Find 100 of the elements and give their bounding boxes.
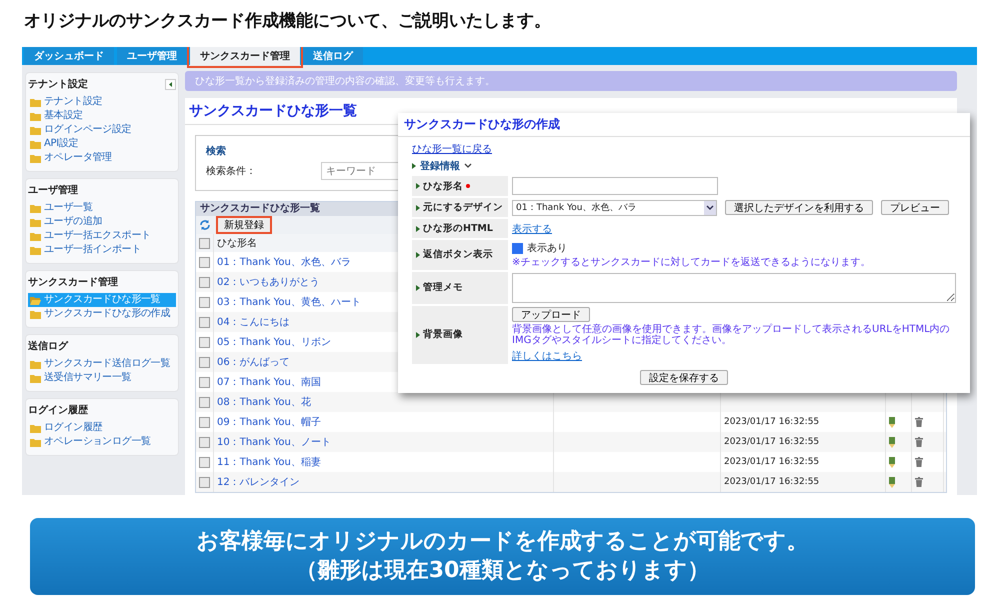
trash-icon[interactable] [915, 457, 923, 467]
row-checkbox[interactable] [199, 416, 210, 428]
sidebar-item[interactable]: オペレーションログ一覧 [28, 435, 176, 449]
template-link[interactable]: 09：Thank You、帽子 [217, 415, 321, 429]
row-checkbox[interactable] [199, 376, 210, 388]
sidebar-section-title: テナント設定 [28, 77, 88, 91]
pencil-icon[interactable] [889, 436, 895, 448]
section-title: 登録情報 [420, 160, 460, 173]
help-note: ※チェックするとサンクスカードに対してカードを返送できるようになります。 [512, 257, 872, 268]
form-button[interactable]: 選択したデザインを利用する [725, 200, 873, 215]
bullet-icon [416, 332, 420, 338]
required-mark [466, 184, 470, 188]
collapse-icon[interactable] [165, 78, 176, 90]
sidebar-item[interactable]: サンクスカードひな形の作成 [28, 307, 176, 321]
sidebar-item[interactable]: ユーザ一覧 [28, 201, 176, 215]
help-note: 背景画像として任意の画像を使用できます。画像をアップロードして表示されるURLをHTML内のIMGタグやスタイルシートに指定してください。 [512, 324, 951, 346]
template-link[interactable]: 04：こんにちは [217, 315, 290, 329]
template-link[interactable]: 06：がんばって [217, 355, 290, 369]
sidebar-item[interactable]: 送受信サマリー一覧 [28, 371, 176, 385]
nav-tab[interactable]: ユーザ管理 [117, 47, 187, 65]
template-link[interactable]: 10：Thank You、ノート [217, 435, 331, 449]
folder-icon [30, 126, 41, 134]
page-heading: オリジナルのサンクスカード作成機能について、ご説明いたします。 [23, 10, 552, 33]
field-label: 背景画像 [423, 328, 463, 341]
chevron-icon[interactable] [464, 163, 472, 169]
folder-icon [30, 424, 41, 432]
pencil-icon[interactable] [889, 456, 895, 468]
bullet-icon [416, 284, 420, 290]
back-link[interactable]: ひな形一覧に戻る [412, 142, 492, 156]
folder-icon [30, 140, 41, 148]
folder-icon [30, 204, 41, 212]
sidebar-item[interactable]: サンクスカード送信ログ一覧 [28, 357, 176, 371]
design-select[interactable]: 01：Thank You、水色、バラ [512, 200, 717, 216]
trash-icon[interactable] [915, 417, 923, 427]
pencil-icon[interactable] [889, 476, 895, 488]
folder-icon [30, 438, 41, 446]
upload-button[interactable]: アップロード [512, 306, 590, 322]
row-checkbox[interactable] [199, 276, 210, 288]
trash-icon[interactable] [915, 477, 923, 487]
save-button[interactable]: 設定を保存する [640, 370, 728, 384]
date-cell: 2023/01/17 16:32:55 [724, 417, 820, 427]
folder-icon [30, 374, 41, 382]
row-checkbox[interactable] [199, 396, 210, 408]
template-link[interactable]: 03：Thank You、黄色、ハート [217, 295, 361, 309]
template-link[interactable]: 01：Thank You、水色、バラ [217, 255, 351, 269]
trash-icon[interactable] [915, 437, 923, 447]
sidebar-section-title: ログイン履歴 [28, 404, 88, 417]
select-all-checkbox[interactable] [199, 238, 210, 248]
bullet-icon [416, 226, 420, 232]
memo-field[interactable] [512, 272, 956, 302]
row-checkbox[interactable] [199, 256, 210, 268]
sidebar-section-title: サンクスカード管理 [28, 276, 118, 289]
field-label: ひな形名 [423, 180, 463, 192]
sidebar-item[interactable]: テナント設定 [28, 95, 176, 109]
sidebar-item[interactable]: ユーザの追加 [28, 215, 176, 229]
pencil-icon[interactable] [889, 416, 895, 428]
folder-icon [30, 360, 41, 368]
nav-tab[interactable]: 送信ログ [303, 47, 363, 65]
folder-icon [30, 246, 41, 254]
search-title: 検索 [206, 144, 226, 158]
sidebar-item[interactable]: 基本設定 [28, 109, 176, 123]
template-link[interactable]: 12：バレンタイン [217, 475, 300, 489]
template-link[interactable]: 11：Thank You、稲妻 [217, 455, 321, 469]
row-checkbox[interactable] [199, 436, 210, 448]
row-checkbox[interactable] [199, 336, 210, 348]
name-field[interactable] [512, 177, 718, 195]
template-link[interactable]: 02：いつもありがとう [217, 275, 320, 289]
template-link[interactable]: 08：Thank You、花 [217, 395, 311, 409]
template-link[interactable]: 05：Thank You、リボン [217, 335, 331, 349]
sidebar-item[interactable]: ユーザ一括エクスポート [28, 229, 176, 243]
refresh-icon[interactable] [199, 219, 211, 231]
search-label: 検索条件： [206, 164, 257, 178]
sidebar-item[interactable]: オペレータ管理 [28, 151, 176, 165]
row-checkbox[interactable] [199, 476, 210, 488]
row-checkbox[interactable] [199, 356, 210, 368]
nav-tab[interactable]: ダッシュボード [24, 47, 114, 65]
details-link[interactable]: 詳しくはこちら [512, 350, 582, 362]
info-bar: ひな形一覧から登録済みの管理の内容の確認、変更等も行えます。 [185, 71, 957, 91]
sidebar-item[interactable]: ユーザ一括インポート [28, 243, 176, 257]
new-button[interactable]: 新規登録 [216, 216, 272, 234]
row-checkbox[interactable] [199, 296, 210, 308]
folder-icon [30, 218, 41, 226]
date-cell: 2023/01/17 16:32:55 [724, 437, 820, 447]
date-cell: 2023/01/17 16:32:55 [724, 457, 820, 467]
sidebar-item[interactable]: API設定 [28, 137, 176, 151]
show-link[interactable]: 表示する [512, 224, 552, 234]
reply-checkbox[interactable] [512, 242, 523, 254]
bullet-icon [416, 183, 420, 189]
sidebar-section-title: 送信ログ [28, 340, 68, 353]
field-label: 管理メモ [423, 281, 463, 294]
open-folder-icon [30, 296, 41, 304]
sidebar-item[interactable]: ログインページ設定 [28, 123, 176, 137]
banner-text: （雛形は現在30種類となっております） [296, 556, 710, 584]
row-checkbox[interactable] [199, 316, 210, 328]
row-checkbox[interactable] [199, 456, 210, 468]
dialog-title: サンクスカードひな形の作成 [398, 113, 970, 137]
form-button[interactable]: プレビュー [881, 200, 949, 215]
nav-tab[interactable]: サンクスカード管理 [190, 47, 300, 65]
sidebar-item[interactable]: ログイン履歴 [28, 421, 176, 435]
template-link[interactable]: 07：Thank You、南国 [217, 375, 321, 389]
